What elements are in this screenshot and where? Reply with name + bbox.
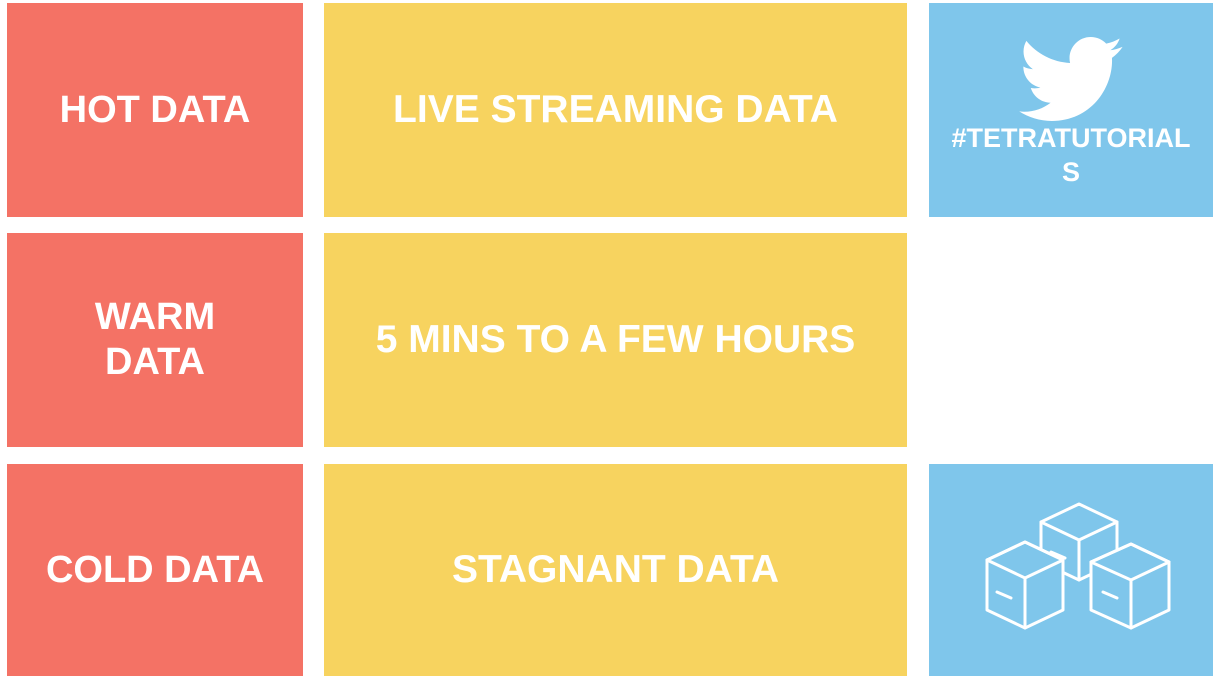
warm-data-label: WARM DATA <box>94 296 216 383</box>
live-streaming-label: LIVE STREAMING DATA <box>393 87 838 131</box>
few-hours-label: 5 MINS TO A FEW HOURS <box>375 317 856 361</box>
cold-data-tile: COLD DATA <box>7 464 303 676</box>
cold-data-label: COLD DATA <box>45 548 265 591</box>
twitter-bird-icon <box>1017 37 1125 121</box>
stagnant-data-tile: STAGNANT DATA <box>324 464 907 676</box>
hot-data-label: HOT DATA <box>59 88 251 131</box>
live-streaming-tile: LIVE STREAMING DATA <box>324 3 907 217</box>
twitter-tile: #TETRATUTORIAL S <box>929 3 1213 217</box>
stagnant-data-label: STAGNANT DATA <box>451 547 780 591</box>
stacked-boxes-icon <box>971 500 1171 640</box>
box-right-icon <box>1089 542 1171 630</box>
hot-data-tile: HOT DATA <box>7 3 303 217</box>
few-hours-tile: 5 MINS TO A FEW HOURS <box>324 233 907 447</box>
storage-tile <box>929 464 1213 676</box>
hashtag-label: #TETRATUTORIAL S <box>951 123 1191 187</box>
box-left-icon <box>985 540 1065 630</box>
warm-data-tile: WARM DATA <box>7 233 303 447</box>
